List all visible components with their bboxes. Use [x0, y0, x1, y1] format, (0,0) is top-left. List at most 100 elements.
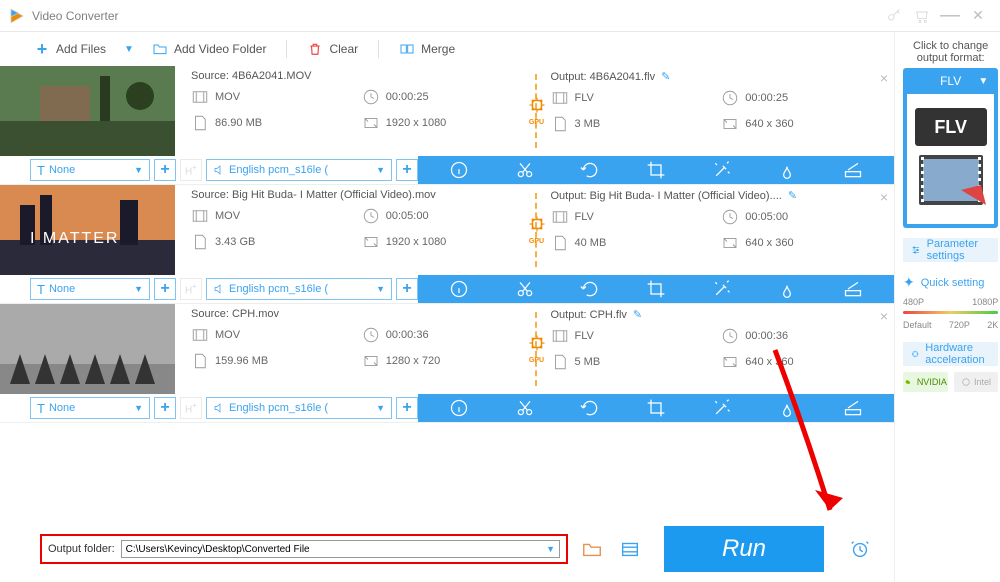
h-button: H+	[180, 159, 202, 181]
add-audio-button[interactable]: +	[396, 278, 418, 300]
crop-icon[interactable]	[646, 160, 666, 180]
resolution-icon	[362, 352, 380, 370]
resolution-icon	[721, 234, 739, 252]
audio-track-select[interactable]: English pcm_s16le (▼	[206, 397, 392, 419]
subtitle-edit-icon[interactable]	[843, 398, 863, 418]
file-list: Source: 4B6A2041.MOV MOV 00:00:25 86.90 …	[0, 66, 894, 516]
resolution-icon	[362, 114, 380, 132]
add-files-label: Add Files	[56, 42, 106, 56]
add-audio-button[interactable]: +	[396, 159, 418, 181]
app-title: Video Converter	[32, 9, 880, 23]
remove-item-button[interactable]: ×	[880, 308, 888, 324]
snapshot-folder-button[interactable]	[616, 535, 644, 563]
video-thumbnail[interactable]	[0, 66, 175, 156]
clock-icon	[362, 326, 380, 344]
parameter-settings-button[interactable]: Parameter settings	[903, 238, 998, 262]
film-icon	[191, 326, 209, 344]
watermark-icon[interactable]	[777, 279, 797, 299]
quality-slider[interactable]	[903, 311, 998, 314]
gpu-badge: GPU	[528, 334, 546, 364]
clock-icon	[721, 89, 739, 107]
h-button: H+	[180, 278, 202, 300]
intel-badge: Intel	[954, 372, 999, 392]
rotate-icon[interactable]	[580, 160, 600, 180]
schedule-button[interactable]	[846, 535, 874, 563]
window-close[interactable]: ✕	[964, 2, 992, 30]
open-folder-button[interactable]	[578, 535, 606, 563]
chip-icon	[528, 96, 546, 114]
add-subtitle-button[interactable]: +	[154, 397, 176, 419]
merge-button[interactable]: Merge	[389, 37, 465, 61]
subtitle-edit-icon[interactable]	[843, 160, 863, 180]
rotate-icon[interactable]	[580, 279, 600, 299]
crop-icon[interactable]	[646, 398, 666, 418]
subtitle-select[interactable]: TNone▼	[30, 397, 150, 419]
window-minimize[interactable]: —	[936, 2, 964, 30]
add-audio-button[interactable]: +	[396, 397, 418, 419]
output-folder-box: Output folder: C:\Users\Kevincy\Desktop\…	[40, 534, 568, 564]
watermark-icon[interactable]	[777, 160, 797, 180]
add-folder-label: Add Video Folder	[174, 42, 267, 56]
cut-icon[interactable]	[515, 398, 535, 418]
effects-icon[interactable]	[712, 160, 732, 180]
subtitle-edit-icon[interactable]	[843, 279, 863, 299]
crop-icon[interactable]	[646, 279, 666, 299]
quick-setting-label: Quick setting	[921, 277, 985, 289]
cut-icon[interactable]	[515, 279, 535, 299]
vip-key-icon[interactable]	[880, 2, 908, 30]
effects-icon[interactable]	[712, 279, 732, 299]
remove-item-button[interactable]: ×	[880, 70, 888, 86]
edit-output-icon[interactable]: ✎	[788, 189, 797, 202]
output-folder-label: Output folder:	[48, 543, 115, 555]
video-thumbnail[interactable]: I MATTER	[0, 185, 175, 275]
subtitle-select[interactable]: TNone▼	[30, 278, 150, 300]
add-video-folder-button[interactable]: Add Video Folder	[142, 37, 277, 61]
output-format-selector[interactable]: FLV ▼ FLV	[903, 68, 998, 228]
output-label: Output: Big Hit Buda- I Matter (Official…	[551, 190, 782, 202]
subtitle-select[interactable]: TNone▼	[30, 159, 150, 181]
watermark-icon[interactable]	[777, 398, 797, 418]
gpu-badge: GPU	[528, 215, 546, 245]
app-logo-icon	[8, 7, 26, 25]
merge-label: Merge	[421, 42, 455, 56]
cut-icon[interactable]	[515, 160, 535, 180]
cart-icon[interactable]	[908, 2, 936, 30]
clock-icon	[721, 327, 739, 345]
add-subtitle-button[interactable]: +	[154, 278, 176, 300]
hardware-acceleration-toggle[interactable]: Hardware acceleration	[903, 342, 998, 366]
add-subtitle-button[interactable]: +	[154, 159, 176, 181]
resolution-icon	[721, 353, 739, 371]
edit-output-icon[interactable]: ✎	[661, 70, 670, 83]
chevron-down-icon[interactable]: ▼	[546, 544, 555, 554]
remove-item-button[interactable]: ×	[880, 189, 888, 205]
effects-icon[interactable]	[712, 398, 732, 418]
file-icon	[551, 115, 569, 133]
audio-track-select[interactable]: English pcm_s16le (▼	[206, 159, 392, 181]
edit-output-icon[interactable]: ✎	[633, 308, 642, 321]
run-button[interactable]: Run	[664, 526, 824, 572]
file-icon	[191, 233, 209, 251]
source-label: Source: Big Hit Buda- I Matter (Official…	[191, 189, 527, 201]
filmstrip-icon	[911, 150, 991, 210]
film-icon	[191, 207, 209, 225]
list-item: Source: CPH.mov MOV 00:00:36 159.96 MB 1…	[0, 304, 894, 423]
rotate-icon[interactable]	[580, 398, 600, 418]
info-icon[interactable]	[449, 160, 469, 180]
main-toolbar: + Add Files ▼ Add Video Folder Clear Mer…	[0, 32, 894, 66]
file-icon	[191, 352, 209, 370]
clear-button[interactable]: Clear	[297, 37, 368, 61]
video-thumbnail[interactable]	[0, 304, 175, 394]
chevron-down-icon[interactable]: ▼	[978, 76, 988, 87]
output-folder-path-input[interactable]: C:\Users\Kevincy\Desktop\Converted File …	[121, 540, 560, 558]
info-icon[interactable]	[449, 279, 469, 299]
sidebar-header: Click to change output format:	[903, 36, 998, 68]
format-badge: FLV	[915, 108, 987, 146]
titlebar: Video Converter — ✕	[0, 0, 1000, 32]
file-icon	[551, 234, 569, 252]
source-label: Source: 4B6A2041.MOV	[191, 70, 527, 82]
add-files-dropdown-chevron[interactable]: ▼	[124, 44, 134, 55]
bottom-bar: Output folder: C:\Users\Kevincy\Desktop\…	[0, 516, 894, 582]
add-files-button[interactable]: + Add Files	[24, 37, 116, 61]
audio-track-select[interactable]: English pcm_s16le (▼	[206, 278, 392, 300]
info-icon[interactable]	[449, 398, 469, 418]
